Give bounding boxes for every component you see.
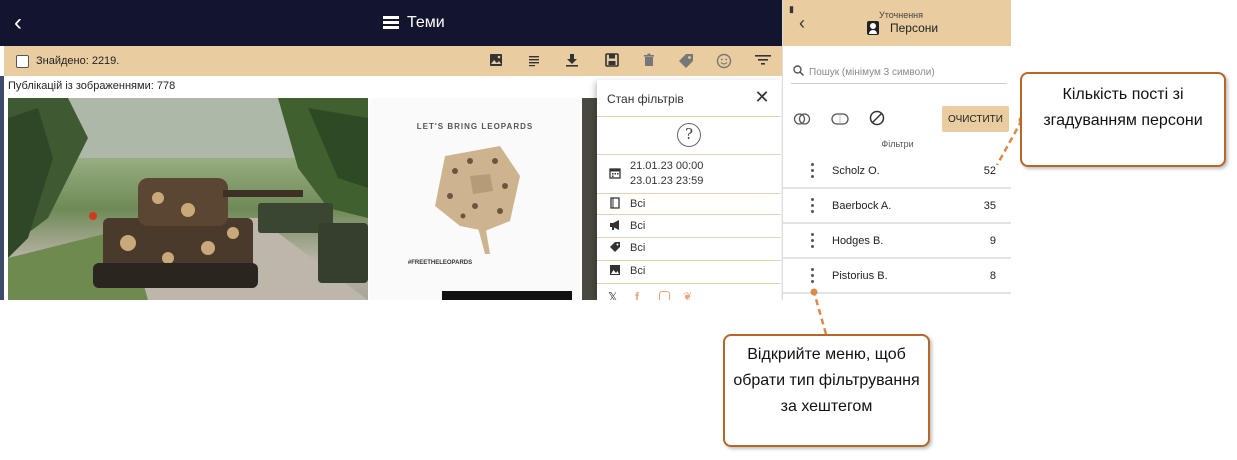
- annotation-arrows: [810, 116, 1026, 335]
- callout-mentions-count: Кількість пості зі згадуванням персони: [1020, 72, 1226, 167]
- callout-open-menu: Відкрийте меню, щоб обрати тип фільтрува…: [723, 334, 930, 447]
